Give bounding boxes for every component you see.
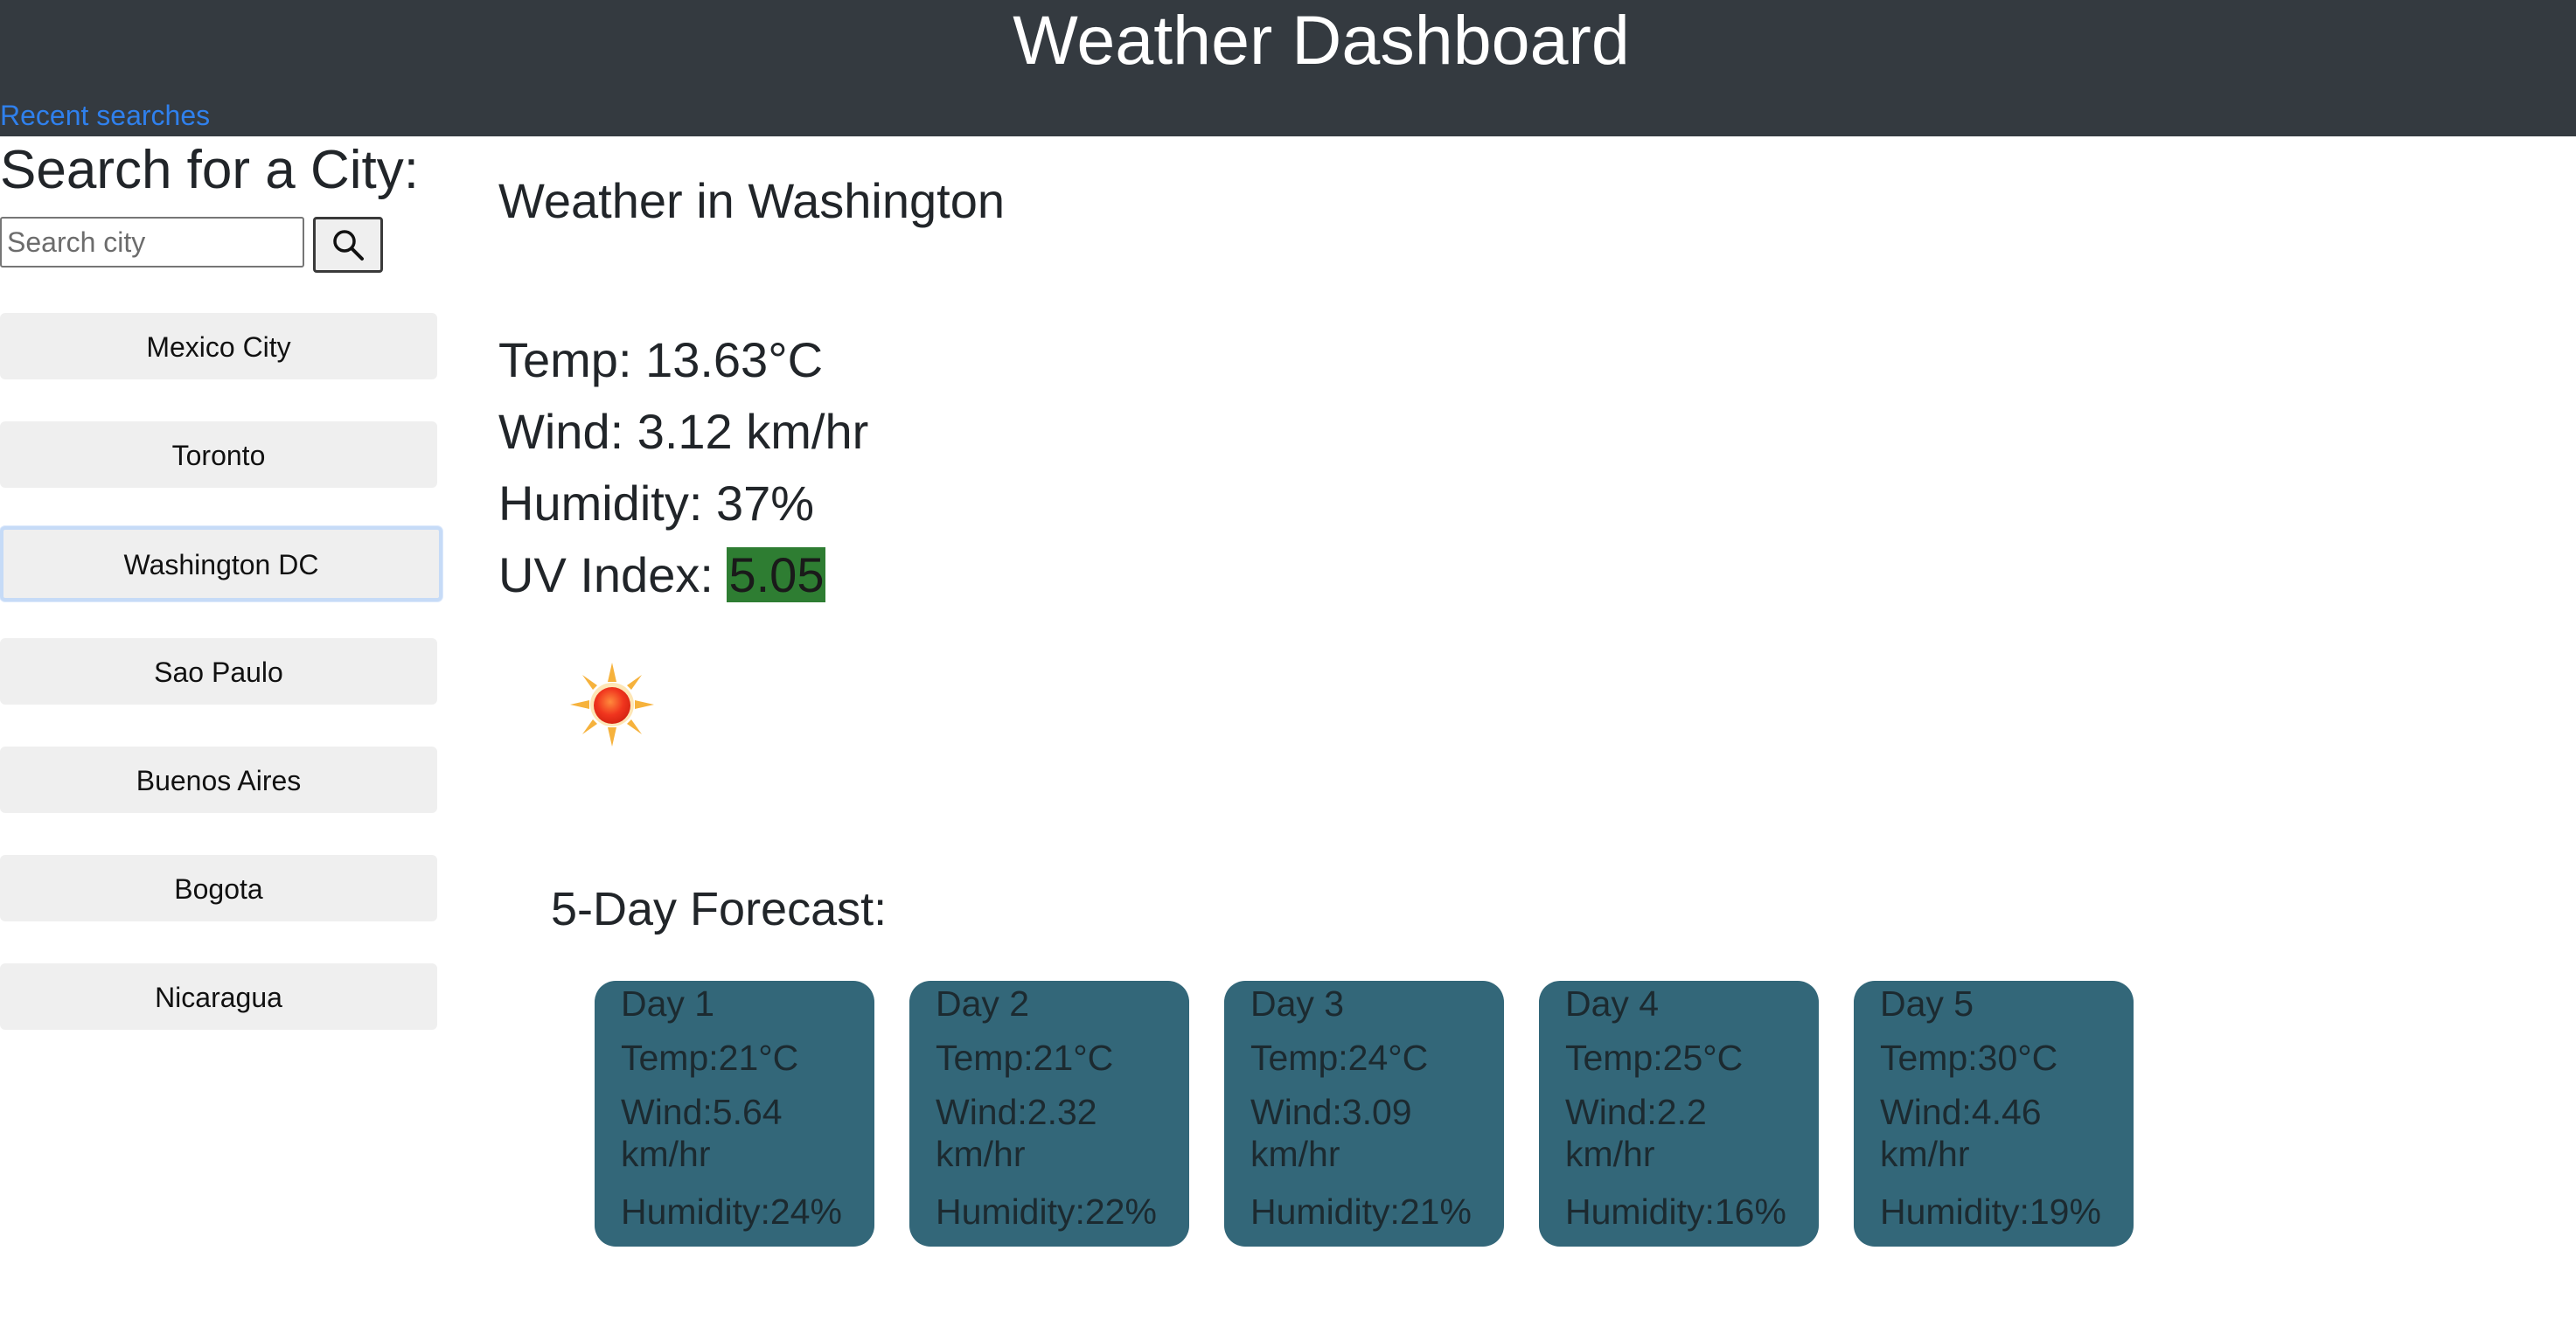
forecast-wind: Wind:2.32 km/hr <box>936 1092 1097 1174</box>
forecast-card-day-1: Day 1 Temp:21°C Wind:5.64 km/hr Humidity… <box>595 981 874 1247</box>
humidity-value: 37% <box>715 476 815 531</box>
sun-icon <box>570 663 654 747</box>
city-button-bogota[interactable]: Bogota <box>0 855 437 921</box>
current-uv-index: UV Index: 5.05 <box>498 540 826 610</box>
city-button-sao-paulo[interactable]: Sao Paulo <box>0 638 437 705</box>
recent-searches-link[interactable]: Recent searches <box>0 98 210 133</box>
forecast-card-day-4: Day 4 Temp:25°C Wind:2.2 km/hr Humidity:… <box>1539 981 1819 1247</box>
uv-label: UV Index: <box>498 547 728 602</box>
forecast-humidity: Humidity:16% <box>1565 1192 1786 1232</box>
forecast-humidity: Humidity:19% <box>1880 1192 2101 1232</box>
city-button-buenos-aires[interactable]: Buenos Aires <box>0 747 437 813</box>
city-button-nicaragua[interactable]: Nicaragua <box>0 963 437 1030</box>
forecast-humidity: Humidity:22% <box>936 1192 1157 1232</box>
temp-value: 13.63°C <box>645 332 824 387</box>
forecast-card-day-2: Day 2 Temp:21°C Wind:2.32 km/hr Humidity… <box>909 981 1189 1247</box>
forecast-wind: Wind:2.2 km/hr <box>1565 1092 1707 1174</box>
current-humidity: Humidity: 37% <box>498 469 814 538</box>
search-icon <box>333 230 364 261</box>
forecast-temp: Temp:21°C <box>621 1038 799 1078</box>
forecast-heading: 5-Day Forecast: <box>551 883 888 935</box>
search-heading: Search for a City: <box>0 140 419 200</box>
wind-value: 3.12 km/hr <box>637 404 869 459</box>
forecast-temp: Temp:24°C <box>1250 1038 1429 1078</box>
current-weather-title: Weather in Washington <box>498 173 1005 228</box>
header-bar: Weather Dashboard Recent searches <box>0 0 2576 136</box>
city-button-toronto[interactable]: Toronto <box>0 421 437 488</box>
forecast-humidity: Humidity:21% <box>1250 1192 1472 1232</box>
forecast-wind: Wind:4.46 km/hr <box>1880 1092 2042 1174</box>
wind-label: Wind: <box>498 404 637 459</box>
forecast-card-day-3: Day 3 Temp:24°C Wind:3.09 km/hr Humidity… <box>1224 981 1504 1247</box>
forecast-day-label: Day 2 <box>936 983 1030 1024</box>
forecast-card-day-5: Day 5 Temp:30°C Wind:4.46 km/hr Humidity… <box>1854 981 2134 1247</box>
forecast-temp: Temp:21°C <box>936 1038 1114 1078</box>
uv-value-badge: 5.05 <box>727 547 826 602</box>
forecast-day-label: Day 5 <box>1880 983 1974 1024</box>
forecast-day-label: Day 1 <box>621 983 715 1024</box>
forecast-humidity: Humidity:24% <box>621 1192 842 1232</box>
forecast-wind: Wind:5.64 km/hr <box>621 1092 783 1174</box>
forecast-wind: Wind:3.09 km/hr <box>1250 1092 1412 1174</box>
forecast-day-label: Day 4 <box>1565 983 1660 1024</box>
current-wind: Wind: 3.12 km/hr <box>498 397 868 467</box>
forecast-temp: Temp:30°C <box>1880 1038 2058 1078</box>
city-button-mexico-city[interactable]: Mexico City <box>0 313 437 379</box>
search-button[interactable] <box>313 217 383 273</box>
page-title: Weather Dashboard <box>1013 1 1630 79</box>
search-input[interactable] <box>0 217 304 268</box>
temp-label: Temp: <box>498 332 646 387</box>
forecast-temp: Temp:25°C <box>1565 1038 1744 1078</box>
forecast-day-label: Day 3 <box>1250 983 1345 1024</box>
city-button-washington-dc[interactable]: Washington DC <box>0 526 442 601</box>
humidity-label: Humidity: <box>498 476 716 531</box>
current-temp: Temp: 13.63°C <box>498 325 823 395</box>
